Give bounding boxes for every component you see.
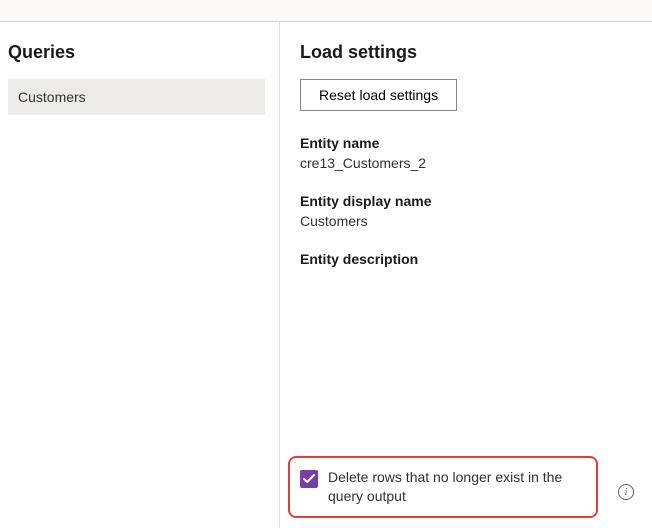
load-settings-panel: Load settings Reset load settings Entity…	[280, 22, 652, 528]
load-settings-title: Load settings	[300, 42, 640, 63]
entity-display-name-field: Entity display name Customers	[300, 193, 640, 229]
main-columns: Queries Customers Load settings Reset lo…	[0, 22, 652, 528]
delete-rows-label: Delete rows that no longer exist in the …	[328, 468, 586, 506]
entity-display-name-label: Entity display name	[300, 193, 640, 209]
reset-load-settings-button[interactable]: Reset load settings	[300, 79, 457, 111]
info-icon[interactable]: i	[618, 484, 634, 500]
entity-name-value: cre13_Customers_2	[300, 155, 640, 171]
entity-description-field: Entity description	[300, 251, 640, 267]
checkmark-icon	[303, 473, 315, 485]
entity-name-field: Entity name cre13_Customers_2	[300, 135, 640, 171]
entity-description-label: Entity description	[300, 251, 640, 267]
delete-rows-region: Delete rows that no longer exist in the …	[288, 456, 598, 518]
query-item-customers[interactable]: Customers	[8, 79, 265, 115]
top-bar	[0, 0, 652, 22]
entity-display-name-value: Customers	[300, 213, 640, 229]
queries-title: Queries	[8, 42, 265, 63]
delete-rows-checkbox[interactable]	[300, 470, 318, 488]
entity-name-label: Entity name	[300, 135, 640, 151]
queries-panel: Queries Customers	[0, 22, 280, 528]
